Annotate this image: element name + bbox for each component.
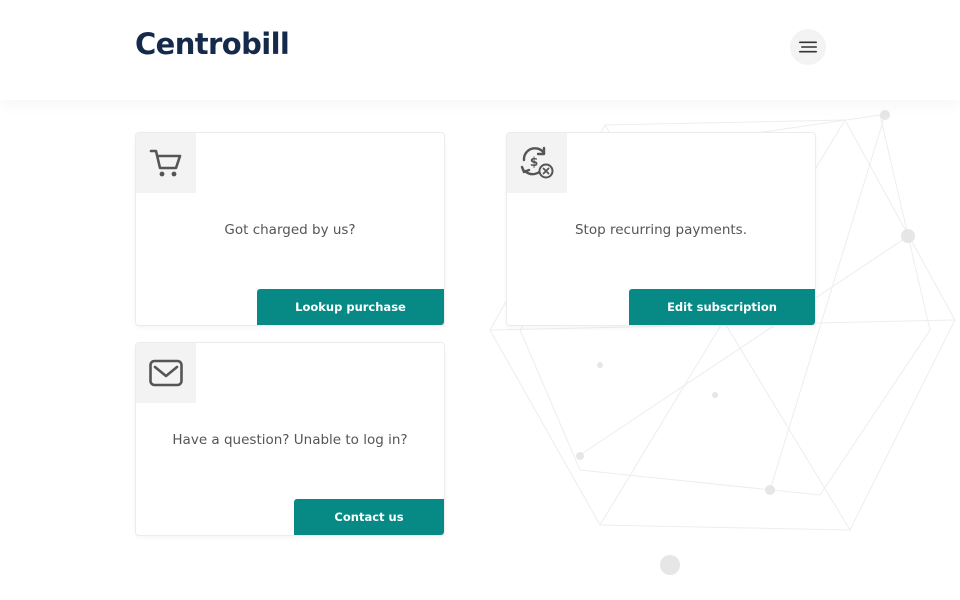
hamburger-menu-icon — [799, 41, 817, 53]
hamburger-menu-button[interactable] — [790, 29, 826, 65]
contact-us-card: Have a question? Unable to log in? Conta… — [135, 342, 445, 536]
svg-text:$: $ — [530, 155, 538, 169]
card-icon-box: $ — [507, 133, 567, 193]
site-header: Centrobill — [0, 0, 960, 100]
contact-us-button[interactable]: Contact us — [294, 499, 444, 535]
edit-subscription-card: $ Stop recurring payments. Edit subscrip… — [506, 132, 816, 326]
card-icon-box — [136, 133, 196, 193]
card-prompt-text: Have a question? Unable to log in? — [172, 432, 408, 448]
centrobill-logo[interactable]: Centrobill — [135, 26, 290, 62]
edit-subscription-button[interactable]: Edit subscription — [629, 289, 815, 325]
card-prompt-text: Got charged by us? — [224, 222, 356, 238]
card-prompt-text: Stop recurring payments. — [574, 222, 747, 238]
recurring-payment-cancel-icon: $ — [520, 146, 554, 179]
envelope-icon — [149, 359, 183, 387]
lookup-purchase-card: Got charged by us? Lookup purchase — [135, 132, 445, 326]
lookup-purchase-button[interactable]: Lookup purchase — [257, 289, 444, 325]
page: Centrobill Got charged by us? Lookup pur… — [0, 0, 960, 600]
shopping-cart-icon — [149, 149, 182, 177]
card-icon-box — [136, 343, 196, 403]
